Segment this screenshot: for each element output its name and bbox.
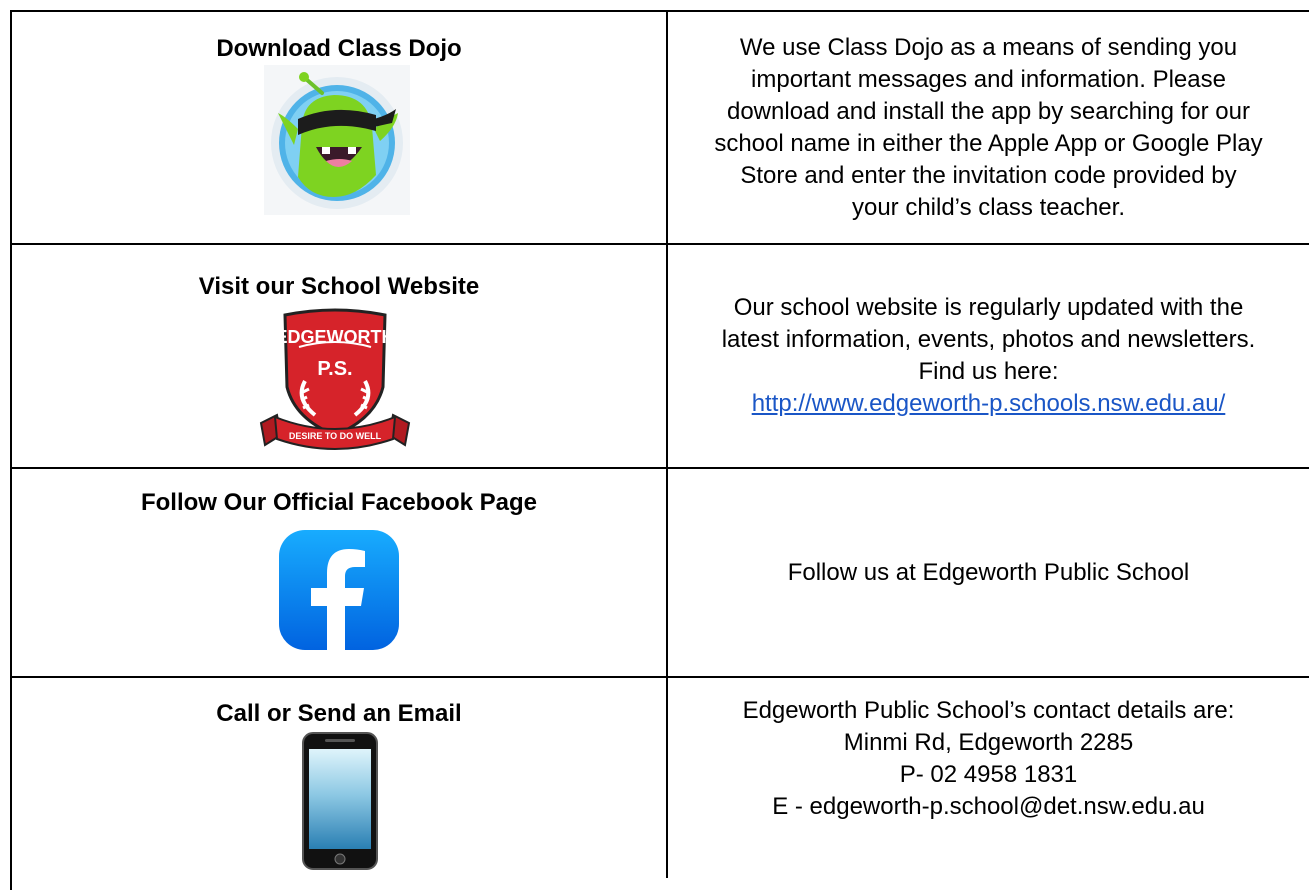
description-line: E - edgeworth-p.school@det.nsw.edu.au (772, 793, 1205, 820)
school-website-link[interactable]: http://www.edgeworth-p.schools.nsw.edu.a… (752, 390, 1226, 417)
facebook-heading: Follow Our Official Facebook Page (140, 489, 538, 516)
description-line: Our school website is regularly updated … (733, 294, 1244, 321)
school-website-heading: Visit our School Website (198, 273, 480, 300)
school-crest-icon: EDGEWORTH P.S. DESIRE TO DO WELL (259, 308, 411, 450)
crest-top-text: EDGEWORTH (276, 327, 395, 347)
facebook-icon (279, 530, 399, 652)
description-line: P- 02 4958 1831 (899, 761, 1078, 788)
contact-cell: Call or Send an Email (12, 678, 666, 878)
class-dojo-heading: Download Class Dojo (216, 35, 462, 62)
contact-heading: Call or Send an Email (216, 700, 462, 727)
description-line: download and install the app by searchin… (726, 97, 1250, 125)
contact-description: Edgeworth Public School’s contact detail… (668, 678, 1309, 878)
mobile-phone-icon (302, 732, 378, 870)
description-line: school name in either the Apple App or G… (714, 129, 1263, 157)
crest-motto-text: DESIRE TO DO WELL (289, 431, 382, 441)
description-line: important messages and information. Plea… (751, 65, 1226, 93)
school-website-cell: Visit our School Website EDGEWORTH P.S. … (12, 245, 666, 467)
class-dojo-description: We use Class Dojo as a means of sending … (668, 12, 1309, 243)
description-line: Find us here: (918, 358, 1059, 385)
description-line: your child’s class teacher. (851, 193, 1125, 221)
description-line: Minmi Rd, Edgeworth 2285 (843, 729, 1134, 756)
description-line: latest information, events, photos and n… (721, 326, 1256, 353)
facebook-cell: Follow Our Official Facebook Page (12, 469, 666, 676)
description-line: Store and enter the invitation code prov… (740, 161, 1237, 189)
school-website-description: Our school website is regularly updated … (668, 245, 1309, 467)
crest-middle-text: P.S. (317, 358, 352, 380)
description-line: Follow us at Edgeworth Public School (787, 558, 1190, 586)
class-dojo-cell: Download Class Dojo (12, 12, 666, 243)
facebook-description: Follow us at Edgeworth Public School (668, 469, 1309, 676)
description-line: Edgeworth Public School’s contact detail… (742, 697, 1235, 724)
class-dojo-monster-icon (264, 65, 410, 215)
description-line: We use Class Dojo as a means of sending … (739, 33, 1238, 61)
